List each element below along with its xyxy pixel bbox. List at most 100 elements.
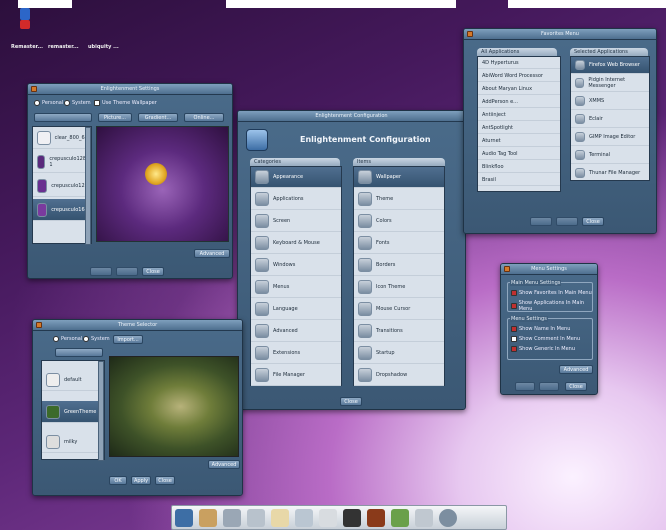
network-icon[interactable] [415,508,433,527]
scrollbar[interactable] [85,127,91,245]
online-button[interactable]: Online... [184,113,224,122]
menu-titlebar[interactable]: Menu Settings [501,264,597,275]
show-comment-checkbox[interactable]: Show Comment In Menu [511,336,580,342]
desktop-icon-label[interactable]: ubiquity ... [88,44,119,50]
radio-system[interactable]: System [64,100,91,106]
window-menu-icon[interactable] [504,266,510,272]
list-item[interactable]: milky [42,431,104,453]
radio-system[interactable]: System [83,336,110,342]
theme-list[interactable]: default GreenTheme milky [41,360,105,461]
clock-icon[interactable] [271,508,289,527]
desktop-icon-label[interactable]: Remaster... [11,44,43,50]
list-item-selected[interactable]: crepusculo1600 [33,199,91,221]
list-item[interactable]: About Maryan Linux [478,83,560,95]
gradient-button[interactable]: Gradient... [138,113,178,122]
apply-button[interactable] [556,217,578,226]
ok-button[interactable] [515,382,535,391]
list-item[interactable]: Firefox Web Browser [571,57,649,74]
enlightenment-icon[interactable] [175,508,193,527]
apply-button[interactable] [116,267,138,276]
cd-icon[interactable] [247,508,265,527]
all-apps-list[interactable]: 4D Hyperturus AbiWord Word Processor About… [477,56,561,192]
favorites-titlebar[interactable]: Favorites Menu [464,29,656,40]
list-item[interactable]: Screen [251,211,341,232]
list-item[interactable]: 4D Hyperturus [478,57,560,69]
list-item[interactable]: crepusculo1280 [33,175,91,197]
list-item[interactable]: Eclair [571,111,649,128]
list-item[interactable]: XMMS [571,93,649,110]
list-item[interactable]: Advanced [251,321,341,342]
show-generic-checkbox[interactable]: Show Generic In Menu [511,346,575,352]
list-item[interactable]: Transitions [354,321,444,342]
close-button[interactable]: Close [155,476,175,485]
wallpaper-list[interactable]: clear_800_600 crepusculo1280-1 crepuscul… [32,126,92,245]
list-item[interactable]: Colors [354,211,444,232]
use-theme-checkbox[interactable]: Use Theme Wallpaper [94,100,157,106]
terminal-icon[interactable] [343,508,361,527]
radio-personal[interactable]: Personal [34,100,63,106]
config-titlebar[interactable]: Enlightenment Configuration [238,111,465,122]
items-list[interactable]: Wallpaper Theme Colors Fonts Borders Icon The… [353,166,445,386]
list-item[interactable]: Audio Tag Tool [478,148,560,160]
list-item[interactable]: Blinkfloo [478,161,560,173]
list-item[interactable]: Aturnet [478,135,560,147]
folder-nav-button[interactable] [34,113,92,122]
picture-button[interactable]: Picture... [98,113,132,122]
ok-button[interactable] [90,267,112,276]
list-item[interactable]: Language [251,299,341,320]
list-item[interactable]: default [42,369,104,391]
wallpaper-titlebar[interactable]: Enlightenment Settings [28,84,232,95]
desktop-icon-label[interactable]: remaster... [48,44,79,50]
window-menu-icon[interactable] [467,31,473,37]
list-item[interactable]: Keyboard & Mouse [251,233,341,254]
window-menu-icon[interactable] [31,86,37,92]
list-item[interactable]: crepusculo1280-1 [33,151,91,173]
radio-personal[interactable]: Personal [53,336,82,342]
list-item[interactable]: Terminal [571,147,649,164]
import-button[interactable]: Import... [113,335,143,344]
list-item[interactable]: Borders [354,255,444,276]
close-button[interactable]: Close [142,267,164,276]
battery-icon[interactable] [391,508,409,527]
list-item[interactable]: Extensions [251,343,341,364]
apply-button[interactable] [539,382,559,391]
list-item[interactable]: AbiWord Word Processor [478,70,560,82]
folder-nav-button[interactable] [55,348,103,357]
list-item[interactable]: File Manager [251,365,341,386]
list-item[interactable]: Menus [251,277,341,298]
list-item[interactable]: Mouse Cursor [354,299,444,320]
close-button[interactable]: Close [565,382,587,391]
list-item[interactable]: Brasil [478,174,560,186]
show-favorites-checkbox[interactable]: Show Favorites In Main Menu [511,290,592,296]
selected-apps-list[interactable]: Firefox Web Browser Pidgin Internet Messe… [570,56,650,181]
advanced-button[interactable]: Advanced [559,365,593,374]
advanced-button[interactable]: Advanced [194,249,230,258]
list-item[interactable]: Applications [251,189,341,210]
window-menu-icon[interactable] [36,322,42,328]
remaster-icon[interactable] [20,8,30,20]
list-item[interactable]: Dropshadow [354,365,444,386]
close-button[interactable]: Close [340,397,362,406]
list-item[interactable]: Fonts [354,233,444,254]
list-item[interactable]: GIMP Image Editor [571,129,649,146]
screen-icon[interactable] [295,508,313,527]
list-item[interactable]: Startup [354,343,444,364]
list-item-selected[interactable]: GreenTheme [42,401,104,423]
close-button[interactable]: Close [582,217,604,226]
apply-button[interactable]: Apply [131,476,151,485]
calendar-icon[interactable] [367,508,385,527]
folder-icon[interactable] [199,508,217,527]
pen-icon[interactable] [223,508,241,527]
theme-titlebar[interactable]: Theme Selector [33,320,242,331]
show-name-checkbox[interactable]: Show Name In Menu [511,326,570,332]
ok-button[interactable]: OK [109,476,127,485]
scrollbar[interactable] [98,361,104,461]
blank-icon[interactable] [319,508,337,527]
list-item[interactable]: Icon Theme [354,277,444,298]
list-item[interactable]: Thunar File Manager [571,165,649,180]
show-apps-checkbox[interactable]: Show Applications In Main Menu [511,300,592,312]
list-item[interactable]: AntSpotlight [478,122,560,134]
list-item[interactable]: clear_800_600 [33,127,91,149]
list-item[interactable]: Theme [354,189,444,210]
power-icon[interactable] [439,508,457,527]
